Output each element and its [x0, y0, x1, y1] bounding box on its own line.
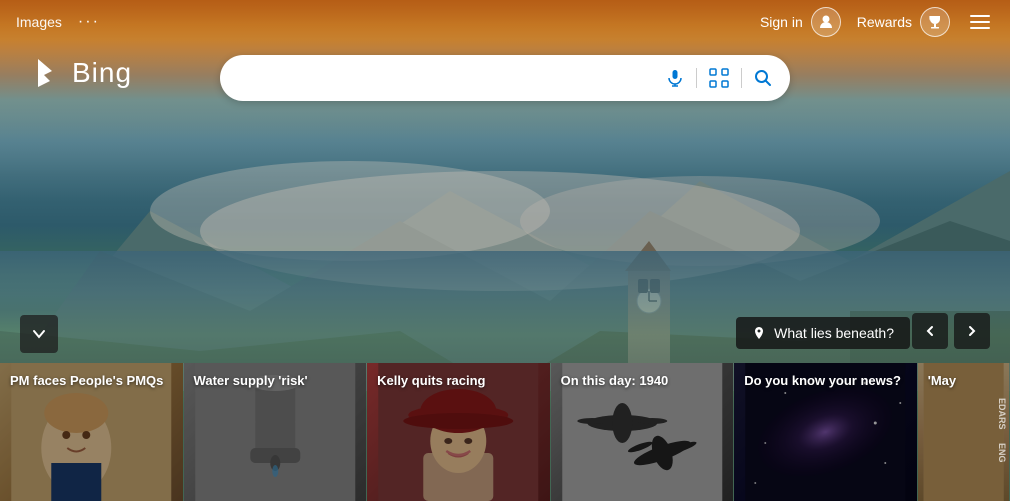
rewards-label: Rewards — [857, 14, 912, 30]
rewards-button[interactable]: Rewards — [857, 7, 950, 37]
hamburger-menu-button[interactable] — [966, 11, 994, 33]
search-box — [220, 55, 790, 101]
news-card-pm[interactable]: PM faces People's PMQs — [0, 363, 184, 501]
microphone-button[interactable] — [664, 67, 686, 89]
location-icon — [752, 326, 766, 340]
card-1940-title: On this day: 1940 — [561, 373, 724, 390]
card-kelly-title: Kelly quits racing — [377, 373, 540, 390]
card-may-title: 'May — [928, 373, 999, 390]
search-button[interactable] — [752, 67, 774, 89]
logo-search-area: Bing — [0, 55, 1010, 101]
sign-in-button[interactable]: Sign in — [760, 7, 841, 37]
hamburger-line-3 — [970, 27, 990, 29]
trophy-icon — [920, 7, 950, 37]
cedars-label: EDARS — [997, 398, 1007, 430]
prev-arrow-button[interactable] — [912, 313, 948, 349]
nav-left: Images ··· — [16, 13, 100, 31]
images-nav-link[interactable]: Images — [16, 14, 62, 30]
tooltip-label: What lies beneath? — [774, 325, 894, 341]
news-strip: PM faces People's PMQs Water supply 'ris… — [0, 363, 1010, 501]
card-pm-title: PM faces People's PMQs — [10, 373, 173, 390]
what-lies-beneath-tooltip[interactable]: What lies beneath? — [736, 317, 910, 349]
news-card-quiz[interactable]: Do you know your news? — [734, 363, 918, 501]
hamburger-line-2 — [970, 21, 990, 23]
search-divider-2 — [741, 68, 742, 88]
sign-in-label: Sign in — [760, 14, 803, 30]
user-icon — [811, 7, 841, 37]
visual-search-button[interactable] — [707, 66, 731, 90]
chevron-down-button[interactable] — [20, 315, 58, 353]
chevron-right-icon — [966, 325, 978, 337]
more-nav-dots[interactable]: ··· — [78, 13, 100, 31]
news-card-kelly[interactable]: Kelly quits racing — [367, 363, 551, 501]
top-nav: Images ··· Sign in Rewards — [0, 0, 1010, 44]
card-quiz-title: Do you know your news? — [744, 373, 907, 390]
hamburger-line-1 — [970, 15, 990, 17]
chevron-left-icon — [924, 325, 936, 337]
next-arrow-button[interactable] — [954, 313, 990, 349]
news-card-water[interactable]: Water supply 'risk' — [184, 363, 368, 501]
search-divider — [696, 68, 697, 88]
bing-text: Bing — [72, 57, 132, 89]
news-card-1940[interactable]: On this day: 1940 — [551, 363, 735, 501]
news-card-may[interactable]: 'May EDARS ENG — [918, 363, 1010, 501]
nav-right: Sign in Rewards — [760, 7, 994, 37]
card-water-title: Water supply 'risk' — [194, 373, 357, 390]
search-icons — [664, 66, 774, 90]
bing-b-icon — [30, 55, 66, 91]
search-input[interactable] — [236, 69, 664, 87]
bing-logo[interactable]: Bing — [30, 55, 132, 91]
eng-label: ENG — [997, 443, 1007, 463]
